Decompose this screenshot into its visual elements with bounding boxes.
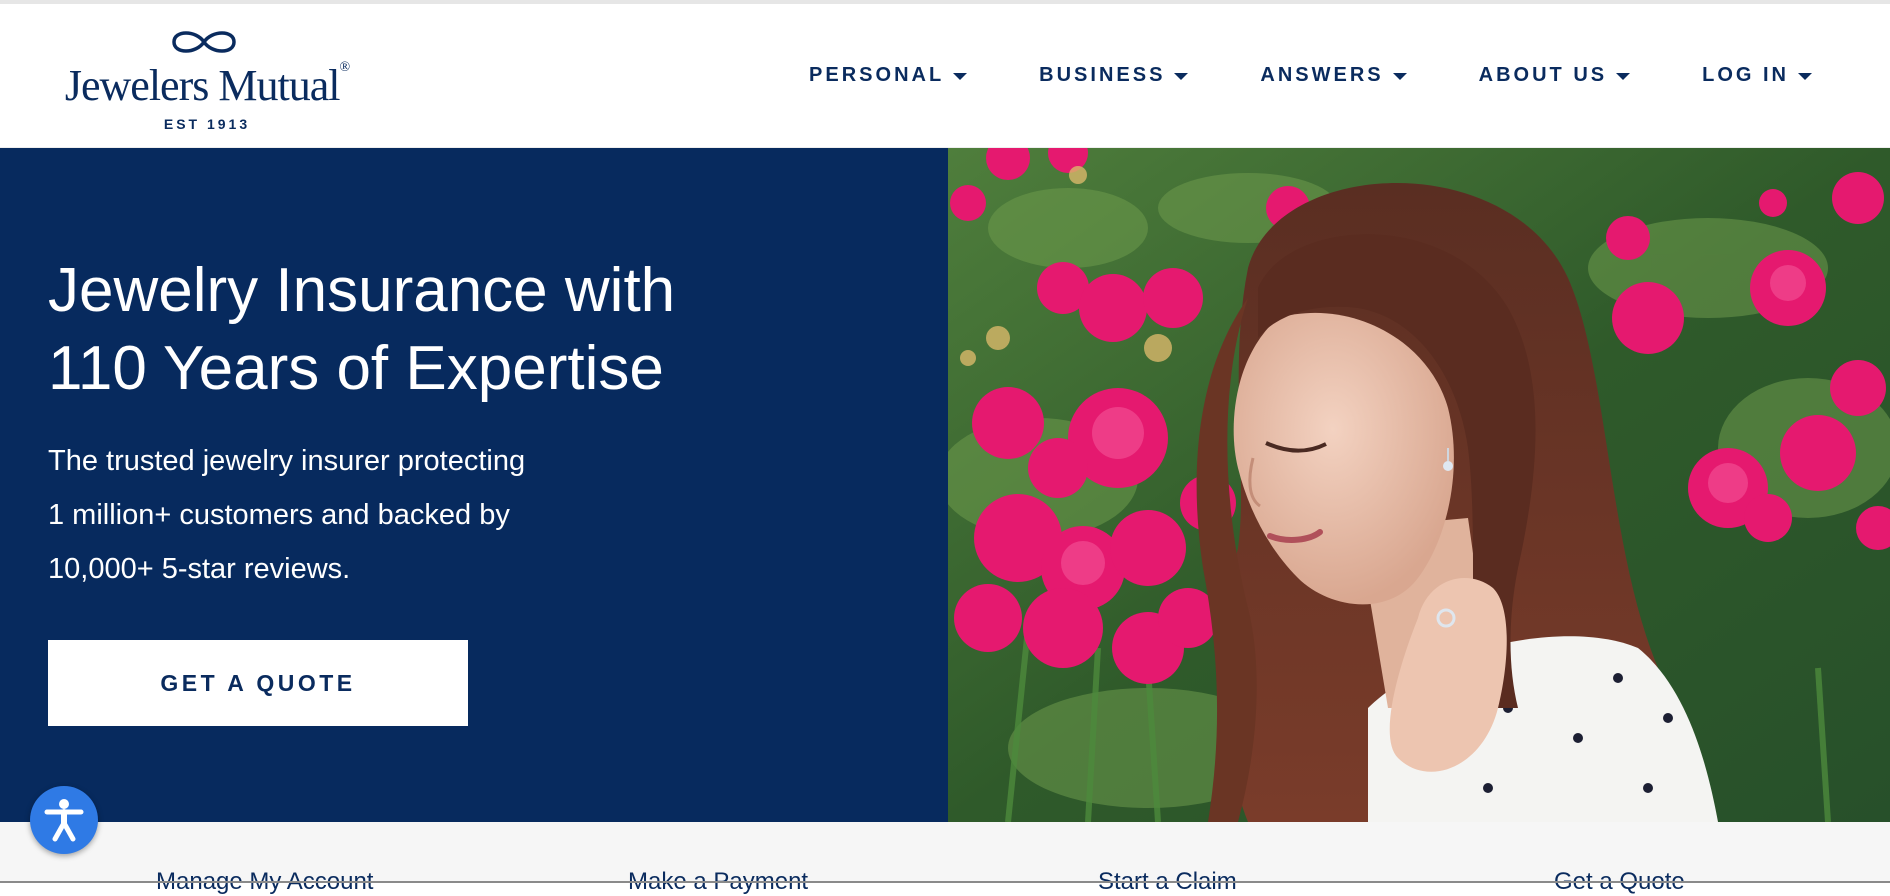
main-nav: PERSONAL BUSINESS ANSWERS ABOUT US LOG I… xyxy=(737,64,1812,87)
caret-down-icon xyxy=(1174,73,1189,80)
caret-down-icon xyxy=(1798,73,1812,80)
hero-subtitle: The trusted jewelry insurer protecting 1… xyxy=(48,434,608,596)
nav-personal-label: PERSONAL xyxy=(809,64,945,86)
infinity-logo-icon xyxy=(172,31,236,53)
nav-answers-label: ANSWERS xyxy=(1260,64,1384,86)
nav-answers[interactable]: ANSWERS xyxy=(1260,64,1407,87)
caret-down-icon xyxy=(1392,73,1407,80)
nav-personal[interactable]: PERSONAL xyxy=(809,64,968,87)
hero-title: Jewelry Insurance with 110 Years of Expe… xyxy=(48,252,768,408)
hero-subtitle-line-2: 1 million+ customers and backed by xyxy=(48,499,510,531)
hero-panel: Jewelry Insurance with 110 Years of Expe… xyxy=(0,148,948,822)
accessibility-icon xyxy=(44,799,84,842)
hero-title-line-2: 110 Years of Expertise xyxy=(48,334,664,403)
logo-wordmark: Jewelers Mutual® xyxy=(64,60,350,110)
hero-subtitle-line-1: The trusted jewelry insurer protecting xyxy=(48,445,526,477)
nav-about-us-label: ABOUT US xyxy=(1478,64,1608,86)
hero-title-line-1: Jewelry Insurance with xyxy=(48,256,676,325)
nav-business-label: BUSINESS xyxy=(1039,64,1166,86)
caret-down-icon xyxy=(953,73,968,80)
logo-link[interactable]: Jewelers Mutual® EST 1913 xyxy=(62,26,352,132)
get-a-quote-button[interactable]: GET A QUOTE xyxy=(48,640,468,726)
caret-down-icon xyxy=(1616,73,1631,80)
quick-links-bar: Manage My Account Make a Payment Start a… xyxy=(0,822,1890,895)
site-header: Jewelers Mutual® EST 1913 PERSONAL BUSIN… xyxy=(0,4,1890,148)
nav-log-in[interactable]: LOG IN xyxy=(1702,64,1812,87)
hero-subtitle-line-3: 10,000+ 5-star reviews. xyxy=(48,553,351,585)
registered-mark: ® xyxy=(339,60,350,75)
hero-image xyxy=(948,148,1890,822)
nav-business[interactable]: BUSINESS xyxy=(1039,64,1189,87)
logo-tagline: EST 1913 xyxy=(163,116,251,132)
woman-in-flower-field-photo xyxy=(948,148,1890,822)
nav-log-in-label: LOG IN xyxy=(1702,64,1789,86)
accessibility-button[interactable] xyxy=(30,786,98,854)
nav-about-us[interactable]: ABOUT US xyxy=(1478,64,1631,87)
